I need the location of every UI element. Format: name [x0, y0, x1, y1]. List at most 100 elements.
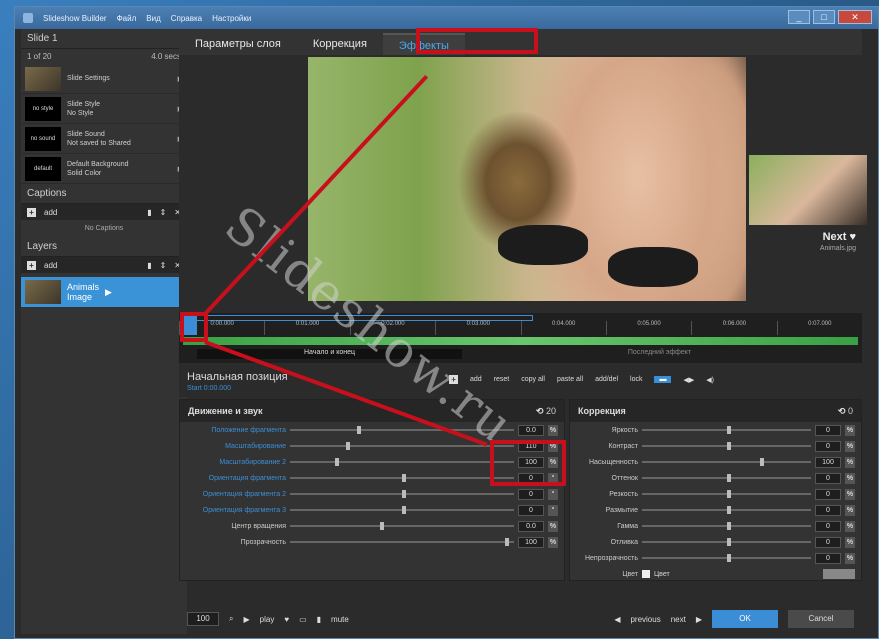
param-label: Масштабирование — [225, 442, 286, 450]
play-label[interactable]: play — [260, 615, 275, 624]
tab-layer-params[interactable]: Параметры слоя — [179, 33, 297, 55]
layers-toolbar: + add ▮ ⇕ ✕ — [21, 257, 187, 273]
param-value[interactable]: 0.0 — [518, 520, 544, 532]
menu-item[interactable]: Файл — [117, 14, 137, 23]
menu-item[interactable]: Настройки — [212, 14, 251, 23]
param-label: Ориентация фрагмента 3 — [202, 506, 286, 514]
param-slider[interactable] — [642, 474, 811, 482]
arrows-icon[interactable]: ◀▶ — [683, 376, 694, 384]
param-value[interactable]: 0 — [815, 552, 841, 564]
param-slider[interactable] — [290, 458, 514, 466]
param-slider[interactable] — [642, 506, 811, 514]
tool-lock[interactable]: lock — [630, 376, 642, 383]
close-button[interactable]: ✕ — [838, 10, 872, 24]
next-button[interactable]: next — [671, 615, 686, 624]
slide-option[interactable]: Slide Settings ▶ — [21, 64, 187, 94]
timeline-labels: Начало и конец Последний эффект — [197, 349, 857, 359]
tool-copy-all[interactable]: copy all — [521, 376, 545, 383]
param-slider[interactable] — [642, 426, 811, 434]
cancel-button[interactable]: Cancel — [788, 610, 854, 628]
speaker-icon[interactable]: ◀) — [706, 376, 714, 384]
tool-reset[interactable]: reset — [494, 376, 510, 383]
reset-icon[interactable]: ⟲ — [536, 406, 544, 417]
sort-icon[interactable]: ⇕ — [160, 261, 167, 270]
slide-option[interactable]: no style Slide StyleNo Style ▶ — [21, 94, 187, 124]
param-value[interactable]: 0 — [815, 440, 841, 452]
minimize-button[interactable]: _ — [788, 10, 810, 24]
play-icon[interactable]: ▶ — [243, 615, 249, 624]
zoom-field[interactable]: 100 — [187, 612, 219, 626]
param-slider[interactable] — [290, 490, 514, 498]
style-thumbnail: no style — [25, 96, 61, 121]
mute-label[interactable]: mute — [331, 615, 349, 624]
slide-option[interactable]: default Default BackgroundSolid Color ▶ — [21, 154, 187, 184]
param-value[interactable]: 0 — [815, 520, 841, 532]
param-slider[interactable] — [642, 522, 811, 530]
param-value[interactable]: 0.0 — [518, 424, 544, 436]
param-value[interactable]: 0 — [815, 504, 841, 516]
param-slider[interactable] — [642, 458, 811, 466]
menu-item[interactable]: Вид — [146, 14, 160, 23]
toggle-view[interactable]: ▬ — [654, 376, 672, 383]
layer-name: Animals — [67, 282, 100, 292]
position-title: Начальная позиция — [187, 371, 288, 383]
footer-bar: 100 ⌕ ▶ play ♥ ▭ ▮ mute ◀ previous next … — [179, 607, 862, 631]
param-value[interactable]: 0 — [815, 424, 841, 436]
param-value[interactable]: 0 — [815, 536, 841, 548]
plus-icon[interactable]: + — [27, 207, 36, 217]
effect-track[interactable] — [183, 337, 858, 345]
heart-icon[interactable]: ♥ — [284, 615, 289, 624]
param-slider[interactable] — [290, 522, 514, 530]
param-label: Оттенок — [611, 474, 639, 482]
color-swatch[interactable] — [823, 569, 855, 579]
tool-paste-all[interactable]: paste all — [557, 376, 583, 383]
arrow-left-icon[interactable]: ◀ — [614, 615, 620, 624]
captions-toolbar: + add ▮ ⇕ ✕ — [21, 204, 187, 220]
ok-button[interactable]: OK — [712, 610, 778, 628]
param-slider[interactable] — [642, 490, 811, 498]
param-slider[interactable] — [642, 538, 811, 546]
param-value[interactable]: 100 — [815, 456, 841, 468]
param-slider[interactable] — [290, 538, 514, 546]
bracelet-shape — [498, 225, 588, 265]
trash-icon[interactable]: ▮ — [147, 261, 151, 270]
previous-button[interactable]: previous — [630, 615, 660, 624]
next-slide-thumbnail[interactable] — [749, 155, 867, 225]
param-value[interactable]: 0 — [518, 488, 544, 500]
slide-option[interactable]: no sound Slide Sound Not saved to Shared … — [21, 124, 187, 154]
tab-correction[interactable]: Коррекция — [297, 33, 383, 55]
preview-photo[interactable] — [308, 57, 746, 301]
sound-thumbnail: no sound — [25, 126, 61, 151]
slide-duration: 4.0 secs — [151, 52, 181, 61]
param-slider[interactable] — [290, 506, 514, 514]
arrow-right-icon[interactable]: ▶ — [696, 615, 702, 624]
ruler-tick: 0:04.000 — [520, 321, 606, 335]
param-label: Положение фрагмента — [211, 426, 286, 434]
monitor-icon[interactable]: ▭ — [299, 615, 307, 624]
layers-add[interactable]: add — [44, 261, 57, 270]
layer-item[interactable]: Animals Image ▶ — [21, 277, 187, 307]
tool-add-del[interactable]: add/del — [595, 376, 618, 383]
sort-icon[interactable]: ⇕ — [160, 208, 167, 217]
timeline[interactable]: 0:00.000 0:01.000 0:02.000 0:03.000 0:04… — [179, 313, 862, 363]
captions-add[interactable]: add — [44, 208, 57, 217]
param-value[interactable]: 0 — [518, 504, 544, 516]
param-unit: % — [845, 456, 855, 468]
slide-thumbnail — [25, 66, 61, 91]
color-checkbox[interactable] — [642, 570, 650, 578]
param-slider[interactable] — [642, 442, 811, 450]
param-value[interactable]: 0 — [815, 472, 841, 484]
speaker-icon[interactable]: ▮ — [317, 615, 321, 624]
menu-item[interactable]: Справка — [171, 14, 202, 23]
param-label: Контраст — [608, 442, 638, 450]
param-value[interactable]: 0 — [815, 488, 841, 500]
param-slider[interactable] — [642, 554, 811, 562]
reset-icon[interactable]: ⟲ — [838, 406, 846, 417]
trash-icon[interactable]: ▮ — [147, 208, 151, 217]
param-slider[interactable] — [290, 474, 514, 482]
search-icon[interactable]: ⌕ — [229, 614, 233, 624]
plus-icon[interactable]: + — [27, 260, 36, 270]
maximize-button[interactable]: □ — [813, 10, 835, 24]
param-label: Гамма — [617, 522, 638, 530]
param-value[interactable]: 100 — [518, 536, 544, 548]
